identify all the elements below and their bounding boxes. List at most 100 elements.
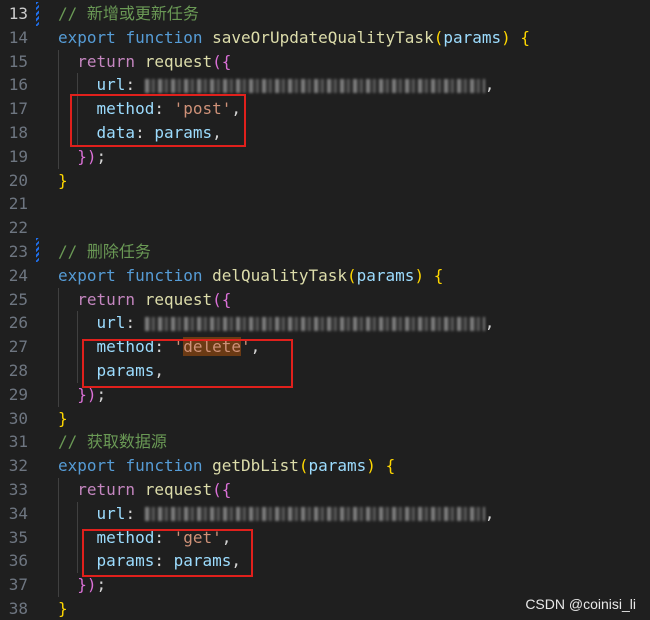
code-token: }) xyxy=(77,575,97,595)
code-text: return request({ xyxy=(58,288,231,312)
code-line[interactable]: 33 return request({ xyxy=(0,477,650,502)
redacted-url xyxy=(144,78,485,93)
code-token: ( xyxy=(347,265,357,285)
code-line[interactable]: 34 url: , xyxy=(0,501,650,526)
code-line[interactable]: 14 export function saveOrUpdateQualityTas… xyxy=(0,26,650,50)
line-number: 26 xyxy=(8,313,28,333)
highlight-box-delete xyxy=(82,339,293,388)
line-number: 32 xyxy=(8,456,28,476)
code-line[interactable]: 20} xyxy=(0,169,650,193)
line-number: 20 xyxy=(8,170,28,190)
code-text: return request({ xyxy=(58,50,231,74)
code-line[interactable]: 30} xyxy=(0,407,650,431)
line-number: 29 xyxy=(8,384,28,404)
code-line[interactable]: 15 return request({ xyxy=(0,49,650,74)
code-text: export function delQualityTask(params) { xyxy=(58,264,443,288)
code-token: function xyxy=(125,456,203,476)
line-number: 24 xyxy=(8,265,28,285)
code-token: getDbList xyxy=(212,456,299,476)
line-number: 28 xyxy=(8,360,28,380)
code-text: url: , xyxy=(58,311,495,335)
code-line[interactable]: 32 export function getDbList(params) { xyxy=(0,454,650,478)
highlight-box-get xyxy=(82,529,253,577)
line-number: 17 xyxy=(8,99,28,119)
code-token: url xyxy=(96,503,126,523)
modified-line-marker xyxy=(36,2,39,26)
code-text: return request({ xyxy=(58,478,231,502)
line-number: 38 xyxy=(8,598,28,618)
code-token: ( xyxy=(433,27,444,47)
line-number: 18 xyxy=(8,122,28,142)
code-token: function xyxy=(125,265,203,285)
line-number: 27 xyxy=(8,337,28,357)
line-number: 13 xyxy=(8,4,28,23)
line-number: 14 xyxy=(8,27,28,47)
code-token: : xyxy=(125,313,145,333)
code-token: return xyxy=(77,479,136,499)
line-number: 30 xyxy=(8,408,28,428)
code-line[interactable]: 26 url: , xyxy=(0,311,650,336)
code-line[interactable]: 13 // 新增或更新任务 xyxy=(0,2,650,26)
code-token: ) xyxy=(501,27,511,47)
code-token: ; xyxy=(96,146,107,166)
line-number: 15 xyxy=(8,51,28,71)
redacted-url xyxy=(144,507,485,522)
code-token: // 删除任务 xyxy=(58,241,151,261)
code-token: saveOrUpdateQualityTask xyxy=(212,27,434,47)
code-token: return xyxy=(77,289,136,309)
code-token: : xyxy=(125,75,145,95)
code-token: , xyxy=(484,75,495,95)
line-number: 23 xyxy=(8,241,28,261)
code-line[interactable]: 31 // 获取数据源 xyxy=(0,430,650,454)
line-number: 37 xyxy=(8,575,28,595)
code-token: url xyxy=(96,75,126,95)
code-text: // 新增或更新任务 xyxy=(58,2,199,26)
code-text: } xyxy=(58,169,68,193)
code-line[interactable]: 19 }); xyxy=(0,144,650,169)
code-token: ({ xyxy=(212,289,232,309)
code-token: export xyxy=(58,265,116,285)
code-token: export xyxy=(58,456,116,476)
code-token: // 新增或更新任务 xyxy=(58,4,199,23)
code-token: export xyxy=(58,27,116,47)
code-token: { xyxy=(433,265,444,285)
modified-line-marker xyxy=(36,238,39,262)
watermark: CSDN @coinisi_li xyxy=(525,596,636,612)
code-line[interactable]: 23 // 删除任务 xyxy=(0,240,650,264)
code-token: request xyxy=(144,479,213,499)
redacted-url xyxy=(144,316,485,331)
line-number: 19 xyxy=(8,146,28,166)
code-text: // 删除任务 xyxy=(58,240,151,264)
code-token: request xyxy=(144,289,213,309)
code-line[interactable]: 22 xyxy=(0,216,650,240)
code-token: // 获取数据源 xyxy=(58,432,167,452)
code-token: delQualityTask xyxy=(212,265,347,285)
code-text: export function getDbList(params) { xyxy=(58,454,395,478)
line-number: 25 xyxy=(8,289,28,309)
code-line[interactable]: 25 return request({ xyxy=(0,287,650,312)
code-token: ({ xyxy=(212,51,232,71)
line-number: 22 xyxy=(8,218,28,238)
code-token: ) xyxy=(414,265,425,285)
code-token: }) xyxy=(77,146,97,166)
code-token: ({ xyxy=(212,479,232,499)
code-token: : xyxy=(125,503,145,523)
code-line[interactable]: 24 export function delQualityTask(params)… xyxy=(0,264,650,288)
code-text: }); xyxy=(58,145,106,169)
code-token: ) xyxy=(366,456,376,476)
code-line[interactable]: 21 xyxy=(0,192,650,216)
line-number: 21 xyxy=(8,194,28,214)
